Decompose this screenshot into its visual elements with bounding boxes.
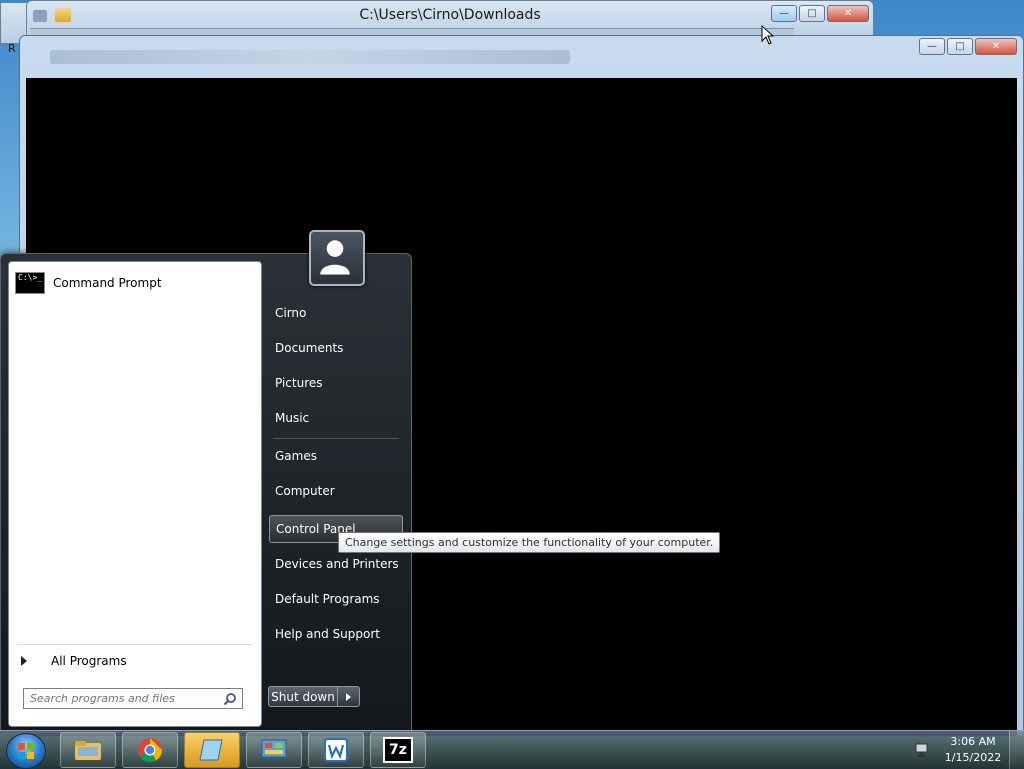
search-input[interactable]	[24, 689, 222, 708]
background-window-partial-label: R	[8, 42, 16, 55]
search-box[interactable]	[23, 688, 243, 709]
divider	[273, 438, 399, 439]
command-prompt-icon: C:\>_	[15, 272, 45, 294]
user-avatar-icon	[320, 240, 350, 275]
search-icon[interactable]	[223, 692, 237, 706]
taskbar-google-chrome[interactable]	[122, 732, 178, 768]
clock-date: 1/15/2022	[944, 751, 1002, 764]
menu-item-computer[interactable]: Computer	[269, 477, 403, 505]
windows-logo-icon	[18, 743, 34, 759]
show-desktop-button[interactable]	[1009, 731, 1024, 769]
taskbar-notepad[interactable]	[184, 732, 240, 768]
divider	[17, 644, 253, 645]
menu-item-user-folder[interactable]: Cirno	[269, 299, 403, 327]
arrow-right-icon	[21, 656, 27, 666]
taskbar-windows-explorer[interactable]	[60, 732, 116, 768]
control-panel-icon	[261, 739, 287, 758]
menu-item-documents[interactable]: Documents	[269, 334, 403, 362]
shutdown-options-button[interactable]	[338, 686, 360, 707]
arrow-right-icon	[346, 692, 351, 701]
menu-item-games[interactable]: Games	[269, 442, 403, 470]
menu-item-music[interactable]: Music	[269, 404, 403, 432]
menu-item-default-programs[interactable]: Default Programs	[269, 585, 403, 613]
clock-time: 3:06 AM	[950, 735, 996, 748]
caption-buttons: — □ ✕	[771, 5, 869, 22]
minimize-button[interactable]: —	[771, 5, 797, 22]
sevenzip-icon: 7z	[383, 737, 413, 763]
caption-buttons: — □ ✕	[919, 38, 1017, 55]
shutdown-button[interactable]: Shut down	[268, 686, 338, 707]
chrome-icon	[138, 738, 162, 763]
programs-pane: C:\>_ Command Prompt All Programs	[8, 261, 262, 727]
menu-item-devices-and-printers[interactable]: Devices and Printers	[269, 550, 403, 578]
maximize-button[interactable]: □	[947, 38, 973, 55]
menu-item-pictures[interactable]: Pictures	[269, 369, 403, 397]
folder-icon	[75, 741, 101, 760]
close-button[interactable]: ✕	[827, 5, 869, 22]
maximize-button[interactable]: □	[799, 5, 825, 22]
taskbar-control-panel[interactable]	[246, 732, 302, 768]
all-programs-label: All Programs	[51, 654, 127, 668]
close-button[interactable]: ✕	[975, 38, 1017, 55]
notepad-icon	[199, 739, 223, 761]
wps-writer-icon	[324, 738, 348, 762]
taskbar: 7z 3:06 AM 1/15/2022	[0, 730, 1024, 769]
start-menu: C:\>_ Command Prompt All Programs Cirno …	[0, 230, 412, 733]
control-panel-tooltip: Change settings and customize the functi…	[338, 532, 721, 553]
program-item-command-prompt[interactable]: C:\>_ Command Prompt	[13, 268, 253, 298]
start-button[interactable]	[6, 733, 46, 769]
taskbar-wps-writer[interactable]	[308, 732, 364, 768]
shutdown-group: Shut down	[268, 686, 360, 707]
minimize-button[interactable]: —	[919, 38, 945, 55]
system-clock[interactable]: 3:06 AM 1/15/2022	[940, 734, 1006, 766]
all-programs-button[interactable]: All Programs	[17, 650, 253, 672]
program-label: Command Prompt	[53, 276, 162, 290]
window-address-bar	[50, 50, 570, 64]
window-title: C:\Users\Cirno\Downloads	[359, 7, 541, 23]
user-picture[interactable]	[309, 230, 365, 286]
menu-item-help-and-support[interactable]: Help and Support	[269, 620, 403, 648]
network-icon[interactable]	[914, 741, 932, 759]
mouse-cursor-icon	[761, 25, 775, 45]
taskbar-7-zip[interactable]: 7z	[370, 732, 426, 768]
